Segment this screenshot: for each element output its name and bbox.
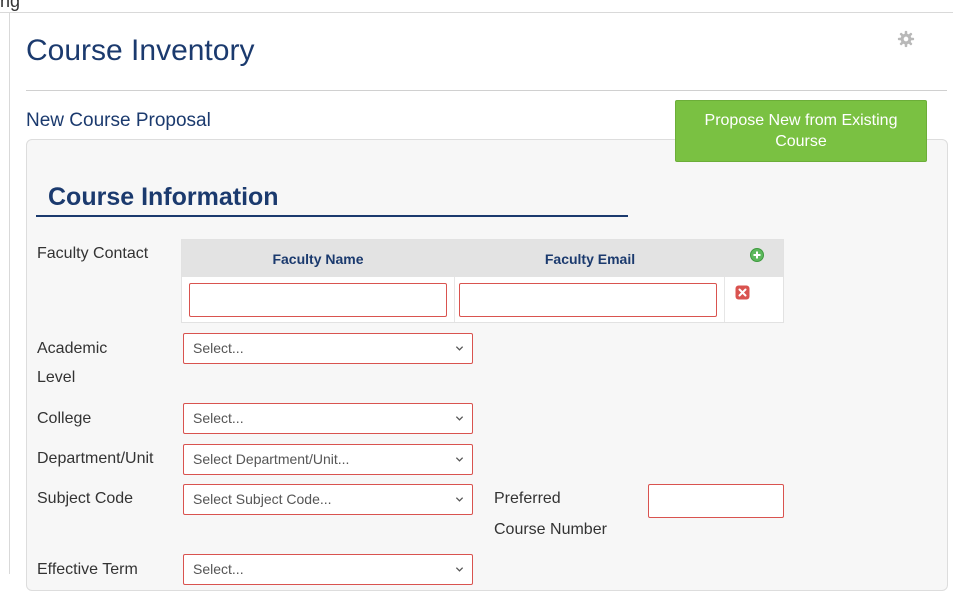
college-value: Select...: [193, 410, 244, 426]
chevron-down-icon: [455, 457, 464, 462]
faculty-email-input[interactable]: [459, 283, 717, 317]
faculty-contact-label: Faculty Contact: [37, 245, 149, 262]
column-divider: [454, 277, 455, 322]
department-select[interactable]: Select Department/Unit...: [183, 444, 473, 475]
page-title: Course Inventory: [26, 34, 255, 67]
effective-term-label: Effective Term: [37, 561, 138, 578]
subject-code-select[interactable]: Select Subject Code...: [183, 484, 473, 515]
preferred-number-label-line2: Course Number: [494, 521, 607, 538]
chevron-down-icon: [455, 497, 464, 502]
remove-x-icon[interactable]: [735, 285, 750, 300]
chevron-down-icon: [455, 416, 464, 421]
college-label: College: [37, 410, 92, 427]
cropped-heading: ng: [0, 0, 21, 11]
effective-term-value: Select...: [193, 561, 244, 577]
effective-term-select[interactable]: Select...: [183, 554, 473, 585]
academic-level-label-line1: Academic: [37, 340, 108, 357]
faculty-name-header: Faculty Name: [272, 251, 364, 267]
faculty-table-header: Faculty Name Faculty Email: [182, 240, 783, 277]
preferred-number-label-line1: Preferred: [494, 490, 561, 507]
subject-code-value: Select Subject Code...: [193, 491, 332, 507]
page-subtitle: New Course Proposal: [26, 110, 211, 131]
chevron-down-icon: [455, 567, 464, 572]
academic-level-label-line2: Level: [37, 369, 76, 386]
add-circle-icon[interactable]: [750, 248, 764, 262]
preferred-number-input[interactable]: [648, 484, 784, 518]
faculty-email-header: Faculty Email: [544, 251, 636, 267]
subject-code-label: Subject Code: [37, 490, 134, 507]
propose-from-existing-button[interactable]: Propose New from Existing Course: [675, 100, 927, 162]
column-divider: [724, 277, 725, 322]
top-divider: [0, 12, 953, 13]
faculty-name-input[interactable]: [189, 283, 447, 317]
academic-level-value: Select...: [193, 340, 244, 356]
college-select[interactable]: Select...: [183, 403, 473, 434]
left-divider: [9, 12, 10, 574]
department-value: Select Department/Unit...: [193, 451, 350, 467]
title-divider: [26, 90, 947, 91]
academic-level-select[interactable]: Select...: [183, 333, 473, 364]
gear-icon[interactable]: [897, 30, 915, 48]
chevron-down-icon: [455, 346, 464, 351]
department-label: Department/Unit: [37, 450, 154, 467]
section-heading: Course Information: [48, 183, 279, 211]
section-underline: [36, 215, 628, 217]
